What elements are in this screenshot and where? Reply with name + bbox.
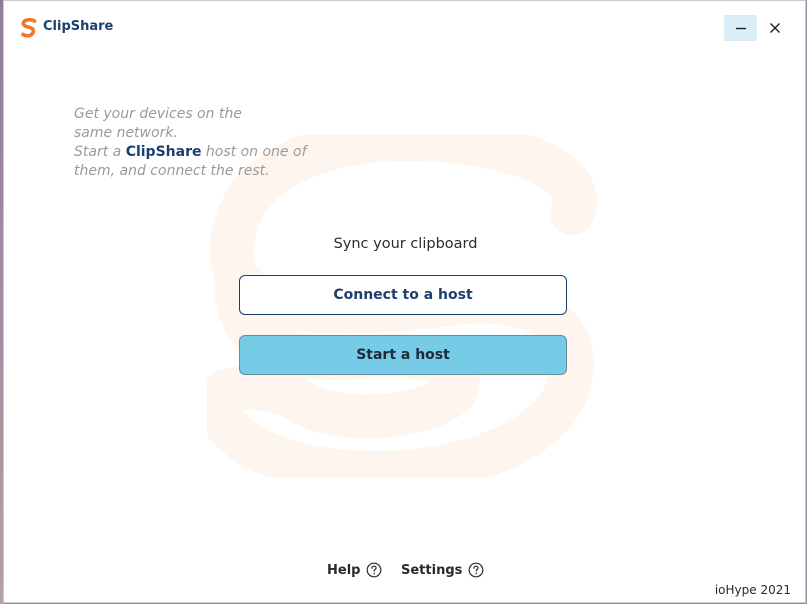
copyright-text: ioHype 2021 xyxy=(714,583,791,597)
intro-instructions: Get your devices on the same network. St… xyxy=(74,105,334,181)
clipshare-logo-icon xyxy=(21,18,37,38)
settings-question-icon xyxy=(468,562,484,578)
intro-line-2: same network. xyxy=(74,125,178,141)
app-window: ClipShare Get your devices on the same n… xyxy=(3,0,806,603)
close-button[interactable] xyxy=(758,15,791,41)
settings-link[interactable]: Settings xyxy=(401,562,484,578)
sync-heading: Sync your clipboard xyxy=(333,236,478,252)
start-host-button[interactable]: Start a host xyxy=(239,335,567,375)
intro-line-3-prefix: Start a xyxy=(74,144,126,160)
close-icon xyxy=(769,23,780,33)
minimize-button[interactable] xyxy=(724,15,757,41)
brand-name: ClipShare xyxy=(125,144,202,160)
intro-line-3: Start a ClipShare host on one of xyxy=(74,143,334,162)
minimize-icon xyxy=(735,27,746,30)
intro-line-3-suffix: host on one of xyxy=(201,144,307,160)
help-label: Help xyxy=(327,562,361,578)
intro-line-1: Get your devices on the xyxy=(74,106,242,122)
settings-label: Settings xyxy=(401,562,463,578)
help-link[interactable]: Help xyxy=(327,562,382,578)
app-title: ClipShare xyxy=(43,19,114,34)
connect-to-host-button[interactable]: Connect to a host xyxy=(239,275,567,315)
help-question-icon xyxy=(367,562,382,578)
intro-line-4: them, and connect the rest. xyxy=(74,163,270,179)
title-bar: ClipShare xyxy=(4,1,805,55)
